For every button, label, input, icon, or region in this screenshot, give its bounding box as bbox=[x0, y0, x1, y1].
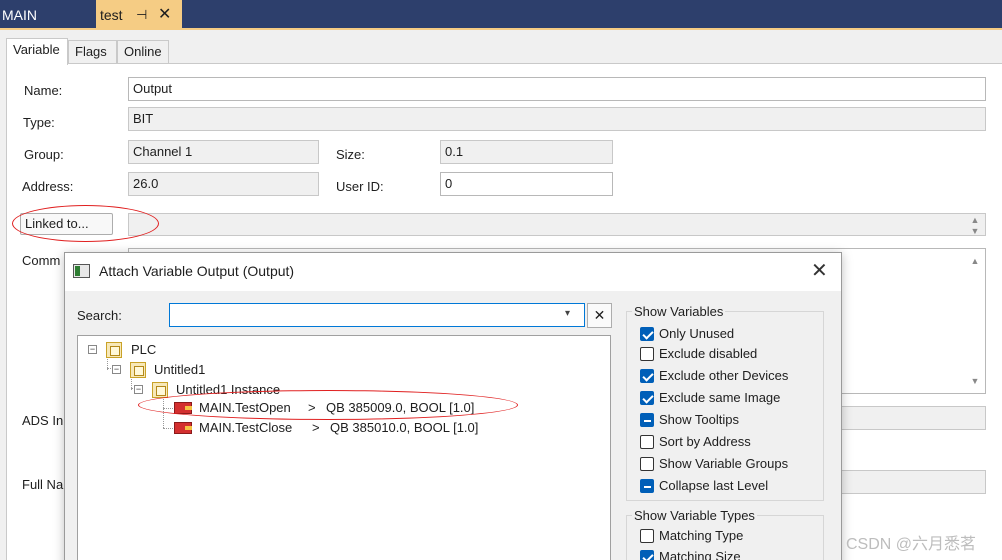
attach-variable-dialog: Attach Variable Output (Output) ✕ Search… bbox=[64, 252, 842, 560]
dialog-title: Attach Variable Output (Output) bbox=[99, 263, 295, 279]
linked-to-button[interactable]: Linked to... bbox=[20, 213, 113, 235]
show-variables-title: Show Variables bbox=[632, 304, 726, 319]
variable-target: QB 385010.0, BOOL [1.0] bbox=[330, 420, 479, 435]
tab-flags[interactable]: Flags bbox=[68, 40, 117, 64]
type-label: Type: bbox=[23, 115, 55, 130]
name-label: Name: bbox=[24, 83, 63, 98]
search-input[interactable] bbox=[169, 303, 585, 327]
plc-icon bbox=[106, 342, 122, 358]
checkbox-box bbox=[640, 347, 654, 361]
tree-item-testclose[interactable]: MAIN.TestClose > QB 385010.0, BOOL [1.0] bbox=[174, 418, 494, 438]
group-field: Channel 1 bbox=[128, 140, 319, 164]
dialog-close-icon[interactable]: ✕ bbox=[811, 259, 828, 283]
size-field: 0.1 bbox=[440, 140, 613, 164]
checkbox-box bbox=[640, 457, 654, 471]
userid-label: User ID: bbox=[336, 179, 384, 194]
variable-target: QB 385009.0, BOOL [1.0] bbox=[326, 400, 475, 415]
doc-tab-test[interactable]: test ⊣ ✕ bbox=[96, 0, 182, 28]
search-dropdown-icon[interactable]: ▾ bbox=[565, 308, 570, 319]
search-label: Search: bbox=[77, 308, 122, 323]
checkbox-box bbox=[640, 327, 654, 341]
checkbox-label: Exclude other Devices bbox=[659, 368, 789, 383]
comment-scroll-up[interactable]: ▲ bbox=[968, 256, 982, 267]
collapse-icon[interactable]: − bbox=[88, 345, 97, 354]
full-name-field bbox=[840, 470, 986, 494]
dialog-app-icon bbox=[73, 264, 90, 278]
link-arrow: > bbox=[312, 420, 320, 435]
full-name-label: Full Na bbox=[22, 477, 64, 492]
close-tab-icon[interactable]: ✕ bbox=[158, 0, 171, 30]
checkbox-box bbox=[640, 479, 654, 493]
collapse-icon[interactable]: − bbox=[112, 365, 121, 374]
checkbox-box bbox=[640, 369, 654, 383]
checkbox-box bbox=[640, 413, 654, 427]
address-label: Address: bbox=[22, 179, 74, 194]
checkbox-label: Exclude disabled bbox=[659, 346, 758, 361]
collapse-icon[interactable]: − bbox=[134, 385, 143, 394]
pin-icon[interactable]: ⊣ bbox=[136, 0, 147, 30]
dialog-title-bar: Attach Variable Output (Output) ✕ bbox=[65, 253, 841, 291]
linked-to-field bbox=[128, 213, 986, 236]
checkbox-box bbox=[640, 391, 654, 405]
show-variable-types-title: Show Variable Types bbox=[632, 508, 757, 523]
tree-node-label: Untitled1 bbox=[154, 362, 206, 377]
tree-node-label: PLC bbox=[131, 342, 157, 357]
ads-info-field bbox=[840, 406, 986, 430]
variable-tree: − PLC − Untitled1 − Untitled1 Instance M… bbox=[77, 335, 611, 560]
checkbox-label: Matching Size bbox=[659, 549, 741, 560]
tree-node-project[interactable]: − Untitled1 bbox=[112, 360, 232, 380]
checkbox-label: Collapse last Level bbox=[659, 478, 769, 493]
tree-node-plc[interactable]: − PLC bbox=[88, 340, 188, 360]
doc-tab-label: test bbox=[100, 7, 123, 23]
linked-scroll-arrows[interactable]: ▲ ▼ bbox=[968, 215, 982, 237]
type-field: BIT bbox=[128, 107, 986, 131]
checkbox-box bbox=[640, 435, 654, 449]
comment-scroll-down[interactable]: ▼ bbox=[968, 376, 982, 387]
address-field: 26.0 bbox=[128, 172, 319, 196]
checkbox-box bbox=[640, 550, 654, 560]
userid-field[interactable]: 0 bbox=[440, 172, 613, 196]
link-arrow: > bbox=[308, 400, 316, 415]
checkbox-label: Show Tooltips bbox=[659, 412, 739, 427]
checkbox-box bbox=[640, 529, 654, 543]
checkbox-label: Sort by Address bbox=[659, 434, 751, 449]
tab-online[interactable]: Online bbox=[117, 40, 169, 64]
project-icon bbox=[130, 362, 146, 378]
ads-info-label: ADS In bbox=[22, 413, 64, 428]
variable-name: MAIN.TestOpen bbox=[199, 400, 291, 415]
size-label: Size: bbox=[336, 147, 365, 162]
tree-node-label: Untitled1 Instance bbox=[176, 382, 281, 397]
group-label: Group: bbox=[24, 147, 64, 162]
name-field[interactable]: Output bbox=[128, 77, 986, 101]
search-clear-button[interactable]: ✕ bbox=[587, 303, 612, 328]
checkbox-label: Show Variable Groups bbox=[659, 456, 789, 471]
variable-name: MAIN.TestClose bbox=[199, 420, 293, 435]
checkbox-label: Exclude same Image bbox=[659, 390, 781, 405]
output-variable-icon bbox=[174, 402, 192, 414]
output-variable-icon bbox=[174, 422, 192, 434]
tree-node-instance[interactable]: − Untitled1 Instance bbox=[134, 380, 294, 400]
checkbox-label: Matching Type bbox=[659, 528, 744, 543]
watermark: CSDN @六月悉茗 bbox=[846, 536, 977, 553]
instance-icon bbox=[152, 382, 168, 398]
comment-label: Comm bbox=[22, 253, 61, 268]
checkbox-label: Only Unused bbox=[659, 326, 735, 341]
tab-variable[interactable]: Variable bbox=[6, 38, 68, 65]
tree-item-testopen[interactable]: MAIN.TestOpen > QB 385009.0, BOOL [1.0] bbox=[174, 398, 494, 418]
document-tab-strip: MAIN test ⊣ ✕ bbox=[0, 0, 1002, 30]
doc-tab-main[interactable]: MAIN bbox=[0, 0, 92, 28]
